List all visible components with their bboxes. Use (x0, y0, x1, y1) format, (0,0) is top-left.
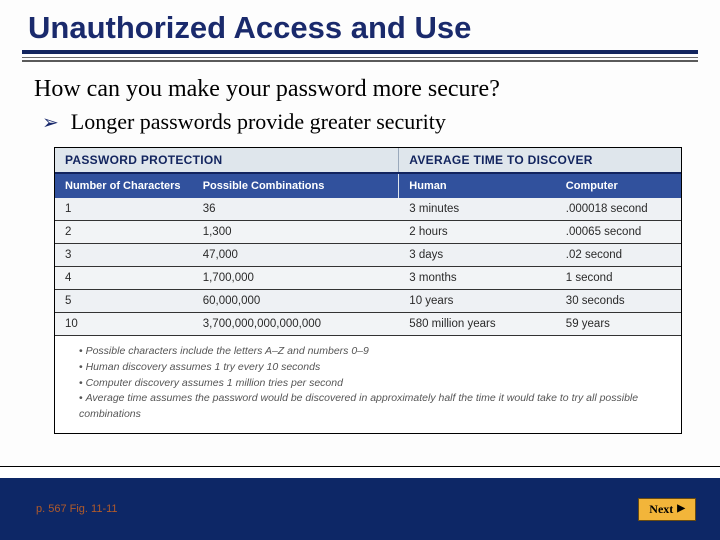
col-computer: Computer (556, 174, 681, 198)
slide: Unauthorized Access and Use How can you … (0, 0, 720, 540)
cell-human: 2 hours (399, 221, 556, 243)
cell-combos: 3,700,000,000,000,000 (193, 313, 400, 335)
cell-num-chars: 2 (55, 221, 193, 243)
group-right: AVERAGE TIME TO DISCOVER (399, 148, 681, 172)
bullet-text: Longer passwords provide greater securit… (71, 109, 446, 135)
cell-human: 10 years (399, 290, 556, 312)
cell-combos: 36 (193, 198, 400, 220)
slide-body: How can you make your password more secu… (0, 62, 720, 137)
table-footnotes: Possible characters include the letters … (55, 336, 681, 433)
table-group-header: PASSWORD PROTECTION AVERAGE TIME TO DISC… (55, 148, 681, 174)
cell-human: 580 million years (399, 313, 556, 335)
cell-computer: .02 second (556, 244, 681, 266)
table-row: 21,3002 hours.00065 second (55, 221, 681, 244)
table-row: 347,0003 days.02 second (55, 244, 681, 267)
cell-human: 3 months (399, 267, 556, 289)
next-button-label: Next (649, 502, 673, 517)
cell-num-chars: 3 (55, 244, 193, 266)
slide-title: Unauthorized Access and Use (0, 0, 720, 50)
next-button[interactable]: Next ▶ (638, 498, 696, 521)
title-divider (22, 50, 698, 62)
password-table: PASSWORD PROTECTION AVERAGE TIME TO DISC… (54, 147, 682, 434)
table-row: 103,700,000,000,000,000580 million years… (55, 313, 681, 336)
play-icon: ▶ (677, 504, 685, 514)
bullet-item: ➢ Longer passwords provide greater secur… (34, 109, 690, 137)
footer-bar: p. 567 Fig. 11-11 Next ▶ (0, 478, 720, 540)
table-row: 560,000,00010 years30 seconds (55, 290, 681, 313)
table-column-headers: Number of Characters Possible Combinatio… (55, 174, 681, 198)
question-text: How can you make your password more secu… (34, 76, 690, 103)
cell-num-chars: 1 (55, 198, 193, 220)
cell-computer: 30 seconds (556, 290, 681, 312)
cell-combos: 60,000,000 (193, 290, 400, 312)
cell-computer: 1 second (556, 267, 681, 289)
col-combos: Possible Combinations (193, 174, 400, 198)
cell-combos: 1,700,000 (193, 267, 400, 289)
cell-human: 3 minutes (399, 198, 556, 220)
footnote: Computer discovery assumes 1 million tri… (79, 376, 665, 392)
group-left: PASSWORD PROTECTION (55, 148, 399, 172)
cell-num-chars: 5 (55, 290, 193, 312)
footnote: Human discovery assumes 1 try every 10 s… (79, 360, 665, 376)
cell-computer: .000018 second (556, 198, 681, 220)
cell-computer: .00065 second (556, 221, 681, 243)
cell-combos: 1,300 (193, 221, 400, 243)
chevron-right-icon: ➢ (42, 109, 59, 137)
cell-num-chars: 10 (55, 313, 193, 335)
cell-combos: 47,000 (193, 244, 400, 266)
col-num-chars: Number of Characters (55, 174, 193, 198)
page-reference: p. 567 Fig. 11-11 (36, 503, 118, 515)
cell-num-chars: 4 (55, 267, 193, 289)
table-bottom-gutter (0, 466, 720, 478)
footnote: Average time assumes the password would … (79, 391, 665, 423)
table-row: 41,700,0003 months1 second (55, 267, 681, 290)
cell-computer: 59 years (556, 313, 681, 335)
cell-human: 3 days (399, 244, 556, 266)
footnote: Possible characters include the letters … (79, 344, 665, 360)
table-row: 1363 minutes.000018 second (55, 198, 681, 221)
col-human: Human (399, 174, 556, 198)
